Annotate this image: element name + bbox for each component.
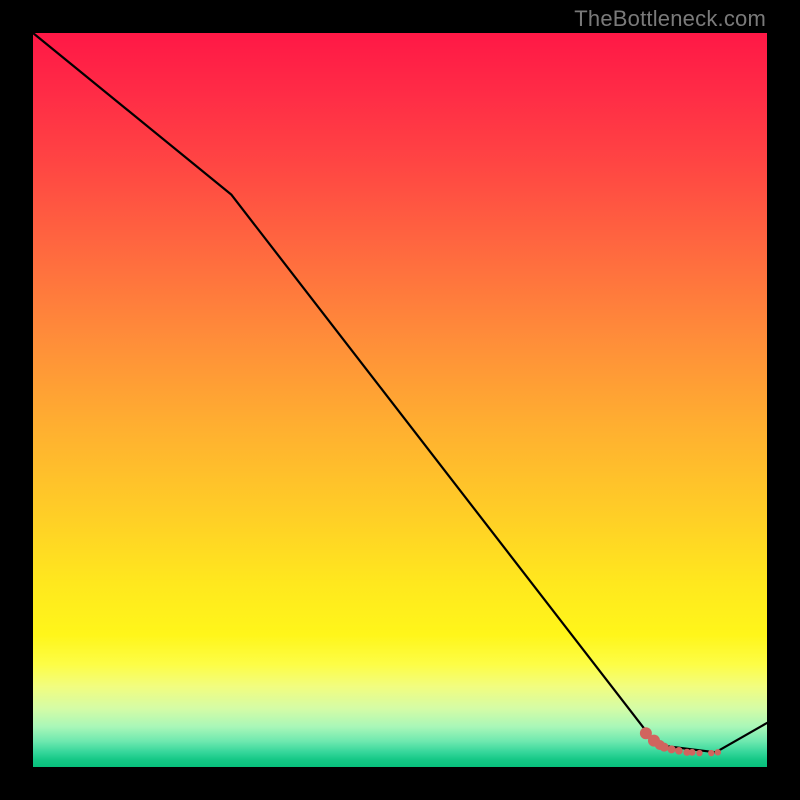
data-marker (660, 743, 669, 752)
plot-area (33, 33, 767, 767)
watermark-text: TheBottleneck.com (574, 6, 766, 32)
data-marker (668, 745, 676, 753)
data-marker (696, 750, 702, 756)
data-marker (689, 749, 696, 756)
markers-group (640, 727, 721, 756)
data-marker (675, 747, 683, 755)
data-marker (715, 749, 721, 755)
chart-svg (33, 33, 767, 767)
curve-line (33, 33, 767, 752)
data-marker (708, 750, 714, 756)
chart-frame: TheBottleneck.com (0, 0, 800, 800)
